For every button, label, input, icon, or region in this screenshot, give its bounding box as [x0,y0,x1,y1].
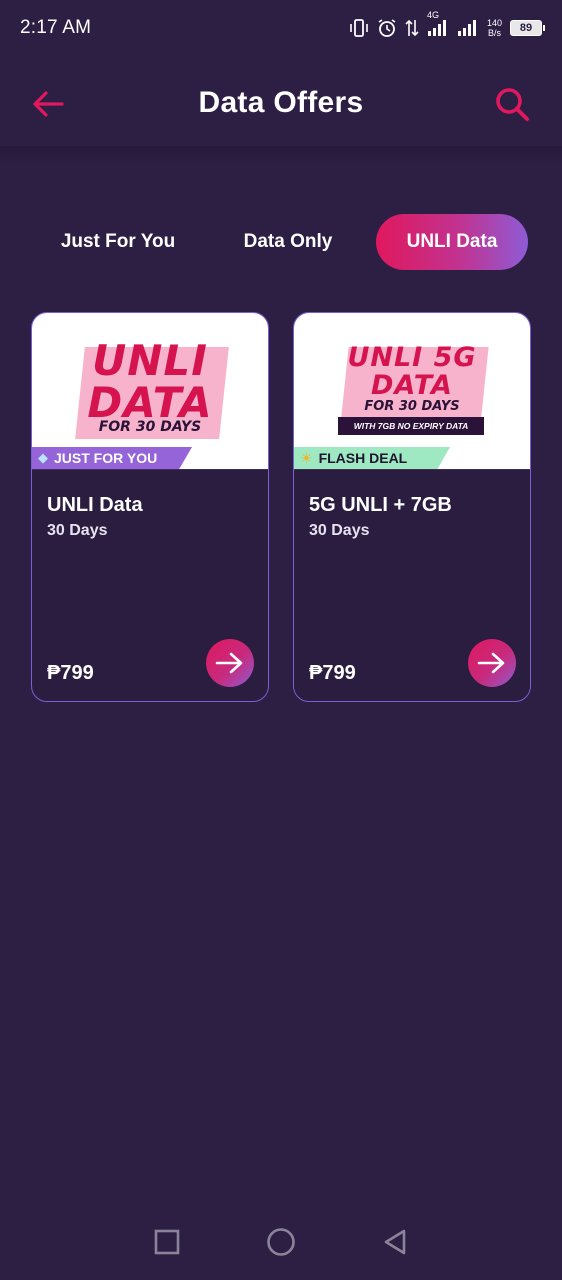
offer-arrow-button[interactable] [468,639,516,687]
header-divider [0,146,562,164]
arrow-left-icon [33,91,64,117]
search-icon [496,88,529,121]
offer-tabs: Just For You Data Only UNLI Data [38,214,528,270]
battery-icon: 89 [510,20,545,36]
offer-title: UNLI Data [47,494,143,516]
arrow-right-icon [215,652,243,674]
offer-price: ₱799 [309,662,356,684]
tab-data-only[interactable]: Data Only [212,214,364,270]
alarm-icon [377,18,397,38]
offer-card-unli-data[interactable]: UNLI DATA FOR 30 DAYS ◆ JUST FOR YOU UNL… [31,312,269,702]
offer-details: 5G UNLI + 7GB 30 Days ₱799 [294,469,530,701]
tab-just-for-you[interactable]: Just For You [38,214,198,270]
back-nav-button[interactable] [375,1222,415,1262]
banner-headline: DATA [371,370,453,401]
back-button[interactable] [30,86,66,122]
offer-ribbon: ◆ JUST FOR YOU [32,447,192,469]
offer-banner: UNLI 5G DATA FOR 30 DAYS WITH 7GB NO EXP… [294,313,530,469]
offer-arrow-button[interactable] [206,639,254,687]
tab-unli-data[interactable]: UNLI Data [376,214,528,270]
signal-icon [457,19,479,37]
signal-4g-icon: 4G [427,10,449,37]
status-bar: 2:17 AM 4G 140 B/s 89 [0,0,562,56]
banner-headline: UNLI [92,336,208,385]
offer-duration: 30 Days [309,522,370,539]
offer-details: UNLI Data 30 Days ₱799 [32,469,268,701]
offer-price: ₱799 [47,662,94,684]
offer-duration: 30 Days [47,522,108,539]
arrow-right-icon [477,652,505,674]
app-header: Data Offers [0,64,562,142]
status-icons: 4G 140 B/s 89 [349,10,545,38]
search-button[interactable] [492,84,532,124]
offer-title: 5G UNLI + 7GB [309,494,452,516]
triangle-back-icon [384,1229,406,1255]
offer-ribbon: ☀ FLASH DEAL [294,447,450,469]
offer-banner: UNLI DATA FOR 30 DAYS ◆ JUST FOR YOU [32,313,268,469]
diamond-icon: ◆ [38,450,48,465]
circle-icon [267,1228,295,1256]
square-icon [154,1229,180,1255]
banner-note: WITH 7GB NO EXPIRY DATA [338,417,484,435]
page-title: Data Offers [198,86,364,119]
banner-subtitle: FOR 30 DAYS [98,419,202,435]
network-speed: 140 B/s [486,18,502,38]
data-transfer-icon [405,19,419,37]
status-time: 2:17 AM [20,17,92,38]
vibrate-icon [349,19,369,37]
system-nav-bar [0,1210,562,1274]
recents-button[interactable] [147,1222,187,1262]
banner-subtitle: FOR 30 DAYS [364,399,460,414]
banner-headline: UNLI 5G [347,342,477,373]
offer-card-5g-unli[interactable]: UNLI 5G DATA FOR 30 DAYS WITH 7GB NO EXP… [293,312,531,702]
home-button[interactable] [261,1222,301,1262]
sun-icon: ☀ [300,449,313,466]
